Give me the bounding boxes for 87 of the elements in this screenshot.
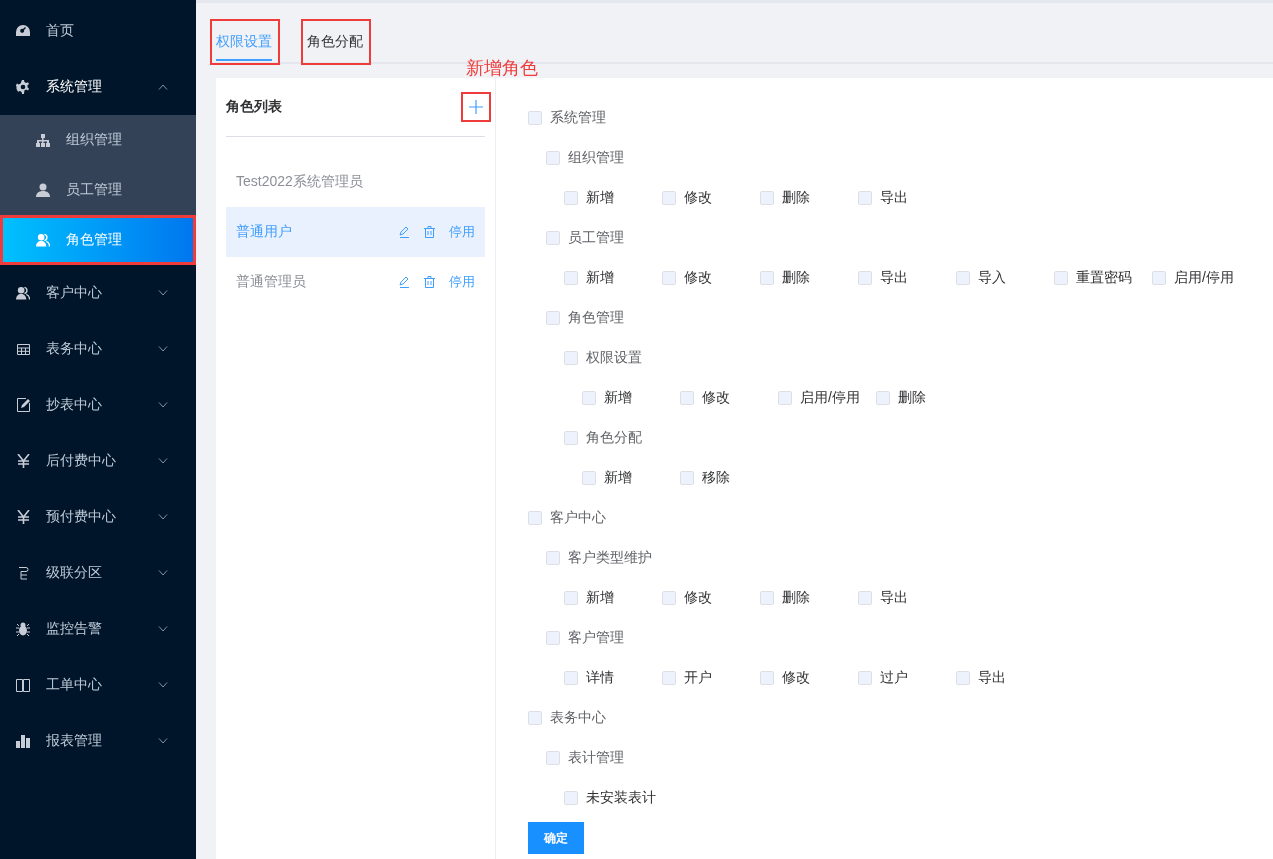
bar-chart-icon: [16, 734, 30, 748]
permission-checkbox[interactable]: 修改: [662, 189, 760, 207]
scroll-icon: [17, 566, 29, 580]
role-name: 普通管理员: [236, 273, 307, 291]
permission-checkbox[interactable]: 员工管理: [546, 229, 624, 247]
permission-checkbox[interactable]: 新增: [564, 589, 662, 607]
sidebar-item[interactable]: 工单中心: [0, 657, 196, 713]
permission-checkbox[interactable]: 角色管理: [546, 309, 624, 327]
permission-checkbox[interactable]: 新增: [564, 269, 662, 287]
permission-checkbox[interactable]: 导出: [858, 189, 956, 207]
chevron-down-icon: [158, 570, 168, 576]
permission-checkbox[interactable]: 新增: [564, 189, 662, 207]
bug-icon: [16, 622, 30, 636]
add-button[interactable]: [461, 92, 491, 122]
sidebar-item[interactable]: 首页: [0, 3, 196, 59]
plus-icon: [469, 100, 483, 114]
permission-checkbox[interactable]: 新增: [582, 469, 680, 487]
yen-icon: [16, 510, 30, 524]
sidebar-subitem[interactable]: 员工管理: [0, 165, 196, 215]
chevron-down-icon: [158, 738, 168, 744]
chevron-down-icon: [158, 402, 168, 408]
permission-checkbox[interactable]: 删除: [760, 589, 858, 607]
permission-checkbox[interactable]: 导入: [956, 269, 1054, 287]
sidebar-item[interactable]: 客户中心: [0, 265, 196, 321]
permission-checkbox[interactable]: 修改: [760, 669, 858, 687]
yen-icon: [16, 454, 30, 468]
permission-checkbox[interactable]: 详情: [564, 669, 662, 687]
role-name: 普通用户: [236, 223, 293, 241]
chevron-down-icon: [158, 514, 168, 520]
permission-checkbox[interactable]: 客户中心: [528, 509, 606, 527]
role-name: Test2022系统管理员: [236, 173, 364, 191]
chevron-up-icon: [158, 84, 168, 90]
annotation-label: 新增角色: [466, 57, 538, 80]
permission-checkbox[interactable]: 删除: [876, 389, 974, 407]
permission-checkbox[interactable]: 启用/停用: [1152, 269, 1250, 287]
permission-checkbox[interactable]: 客户管理: [546, 629, 624, 647]
permission-checkbox[interactable]: 导出: [858, 589, 956, 607]
permission-checkbox[interactable]: 开户: [662, 669, 760, 687]
permission-checkbox[interactable]: 新增: [582, 389, 680, 407]
sidebar-item[interactable]: 预付费中心: [0, 489, 196, 545]
permission-checkbox[interactable]: 客户类型维护: [546, 549, 652, 567]
permission-checkbox[interactable]: 系统管理: [528, 109, 606, 127]
delete-icon[interactable]: [424, 276, 435, 288]
book-icon: [16, 678, 30, 692]
edit-icon[interactable]: [399, 276, 410, 288]
chevron-down-icon: [158, 458, 168, 464]
permission-checkbox[interactable]: 修改: [662, 269, 760, 287]
permission-checkbox[interactable]: 表计管理: [546, 749, 624, 767]
permission-checkbox[interactable]: 删除: [760, 269, 858, 287]
sidebar-item[interactable]: 监控告警: [0, 601, 196, 657]
sidebar-item[interactable]: 表务中心: [0, 321, 196, 377]
permission-checkbox[interactable]: 导出: [956, 669, 1054, 687]
list-title: 角色列表: [226, 98, 283, 116]
permission-checkbox[interactable]: 启用/停用: [778, 389, 876, 407]
sidebar-item[interactable]: 级联分区: [0, 545, 196, 601]
permission-checkbox[interactable]: 删除: [760, 189, 858, 207]
chevron-down-icon: [158, 290, 168, 296]
org-chart-icon: [36, 133, 50, 147]
sidebar-item[interactable]: 报表管理: [0, 713, 196, 769]
person-icon: [36, 183, 50, 197]
permission-checkbox[interactable]: 组织管理: [546, 149, 624, 167]
permission-checkbox[interactable]: 角色分配: [564, 429, 642, 447]
permission-checkbox[interactable]: 权限设置: [564, 349, 642, 367]
chevron-down-icon: [158, 682, 168, 688]
permission-checkbox[interactable]: 重置密码: [1054, 269, 1152, 287]
sidebar-item[interactable]: 抄表中心: [0, 377, 196, 433]
edit-document-icon: [16, 398, 30, 412]
chevron-down-icon: [158, 626, 168, 632]
people-icon: [36, 233, 50, 247]
sidebar-subitem[interactable]: 组织管理: [0, 115, 196, 165]
settings-icon: [16, 80, 30, 94]
sidebar-item[interactable]: 系统管理: [0, 59, 196, 115]
permission-checkbox[interactable]: 表务中心: [528, 709, 606, 727]
sidebar-item[interactable]: 后付费中心: [0, 433, 196, 489]
permission-checkbox[interactable]: 移除: [680, 469, 778, 487]
gauge-icon: [16, 25, 30, 37]
permission-checkbox[interactable]: 修改: [680, 389, 778, 407]
tab[interactable]: 角色分配: [301, 19, 371, 65]
chevron-down-icon: [158, 346, 168, 352]
permission-checkbox[interactable]: 导出: [858, 269, 956, 287]
people-icon: [16, 286, 30, 300]
table-icon: [16, 343, 30, 355]
permission-checkbox[interactable]: 过户: [858, 669, 956, 687]
permission-checkbox[interactable]: 未安装表计: [564, 789, 666, 807]
permission-checkbox[interactable]: 修改: [662, 589, 760, 607]
delete-icon[interactable]: [424, 226, 435, 238]
edit-icon[interactable]: [399, 226, 410, 238]
